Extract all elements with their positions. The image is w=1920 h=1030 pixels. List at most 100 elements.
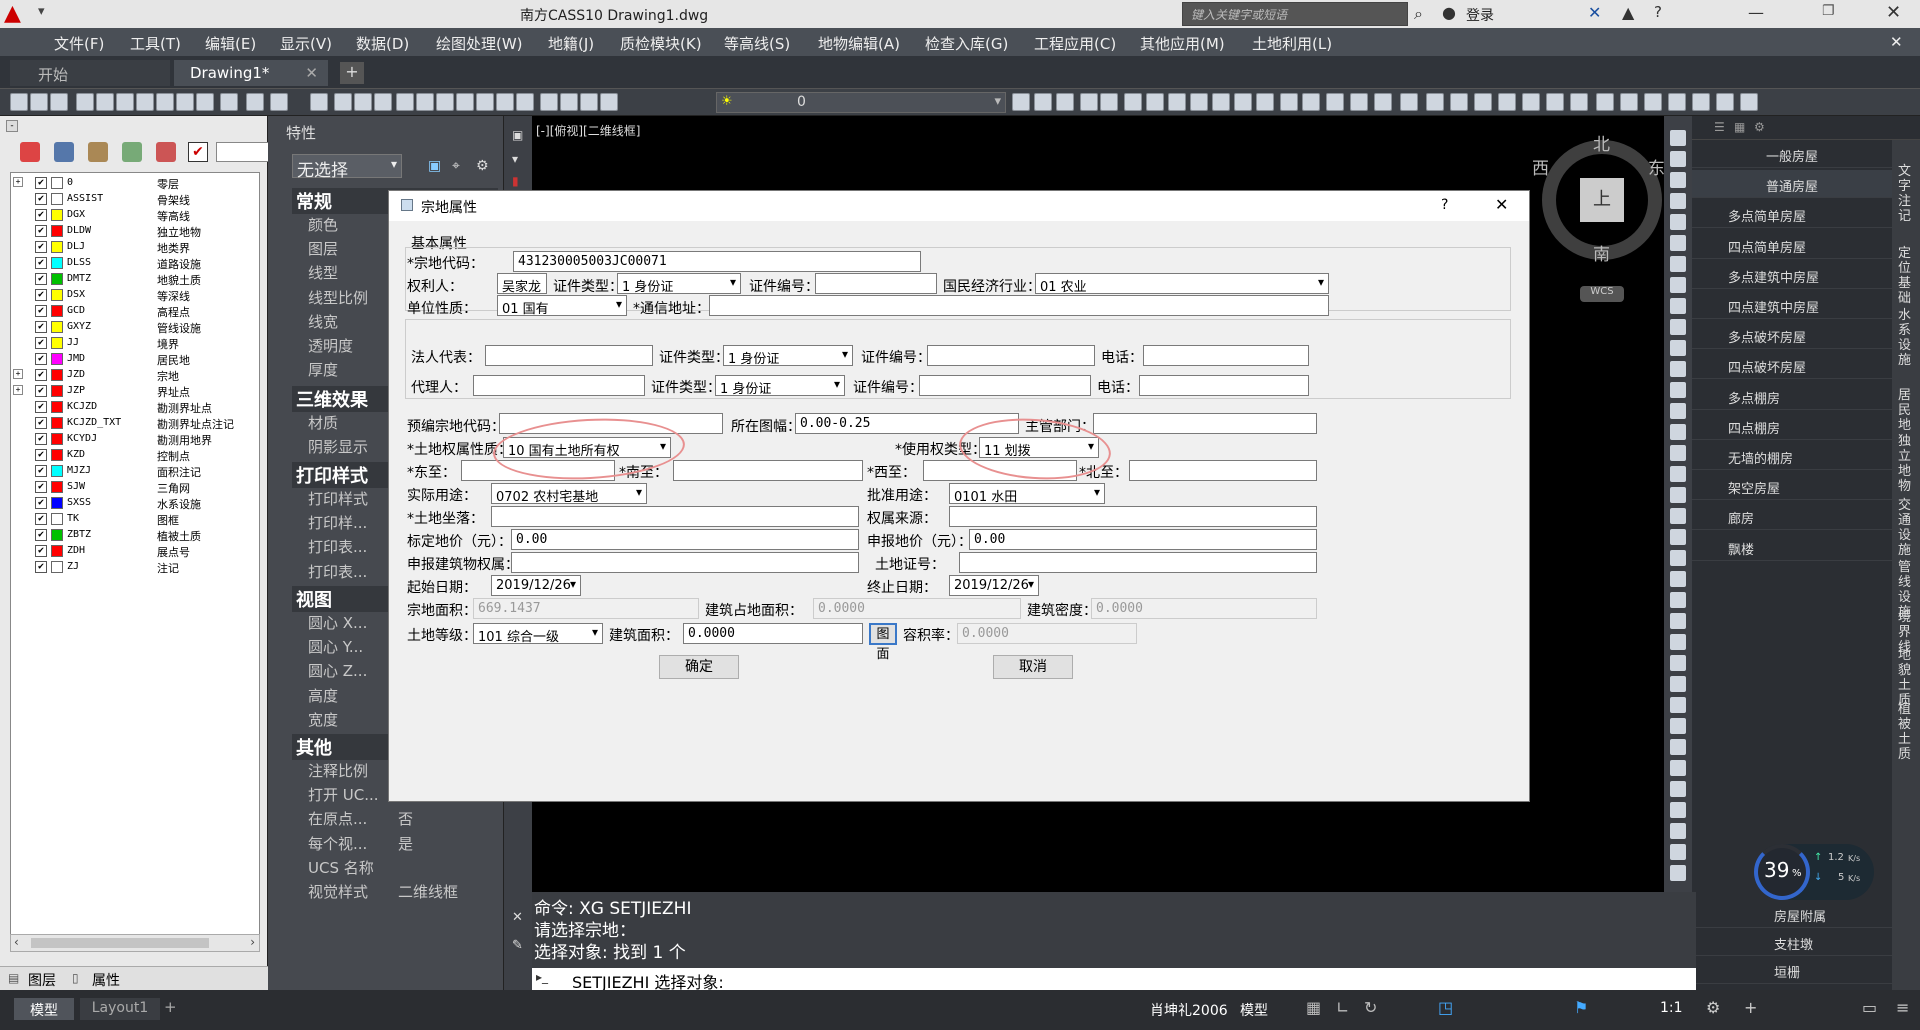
toolbar-icon-41[interactable]: [1302, 93, 1320, 111]
layer-props-icon[interactable]: [122, 142, 142, 162]
layer-visible-checkbox[interactable]: ✔: [35, 321, 47, 333]
expand-icon[interactable]: +: [13, 369, 23, 379]
cert-type-select[interactable]: 1 身份证: [617, 273, 741, 294]
palette-bottom-item[interactable]: 房屋附属: [1692, 900, 1892, 928]
menu-item-11[interactable]: 工程应用(C): [1034, 33, 1116, 54]
layer-color-swatch[interactable]: [51, 465, 63, 477]
palette-bottom-item[interactable]: 支柱墩: [1692, 928, 1892, 956]
props-row[interactable]: 打开 UC...: [308, 784, 379, 805]
legal-no-input[interactable]: [927, 345, 1095, 366]
a360-icon[interactable]: ▲: [1622, 3, 1634, 22]
expand-icon[interactable]: +: [13, 385, 23, 395]
menu-item-10[interactable]: 检查入库(G): [925, 33, 1008, 54]
legal-cert-select[interactable]: 1 身份证: [723, 345, 853, 366]
toolbar-icon-14[interactable]: [334, 93, 352, 111]
tab-start[interactable]: 开始: [10, 60, 170, 86]
draw-tool-icon-23[interactable]: [1670, 613, 1686, 629]
layer-merge-icon[interactable]: [156, 142, 176, 162]
props-value[interactable]: 是: [398, 833, 413, 854]
polar-icon[interactable]: ↻: [1364, 998, 1377, 1017]
industry-select[interactable]: 01 农业: [1035, 273, 1329, 294]
draw-tool-icon-34[interactable]: [1670, 844, 1686, 860]
layer-row[interactable]: ✔ DLSS 道路设施: [11, 255, 251, 271]
layer-color-swatch[interactable]: [51, 241, 63, 253]
palette-item[interactable]: 四点建筑中房屋: [1692, 291, 1892, 319]
props-row[interactable]: 线型: [308, 262, 338, 283]
layer-visible-checkbox[interactable]: ✔: [35, 273, 47, 285]
props-row[interactable]: 图层: [308, 238, 338, 259]
customize-icon[interactable]: ≡: [1896, 998, 1909, 1017]
user-icon[interactable]: ●: [1442, 3, 1456, 22]
draw-tool-icon-30[interactable]: [1670, 760, 1686, 776]
menu-close-icon[interactable]: ✕: [1890, 33, 1903, 51]
menu-item-12[interactable]: 其他应用(M): [1140, 33, 1225, 54]
toolbar-icon-15[interactable]: [354, 93, 372, 111]
scroll-thumb[interactable]: [31, 938, 209, 948]
cancel-button[interactable]: 取消: [993, 655, 1073, 679]
layer-color-swatch[interactable]: [51, 225, 63, 237]
draw-tool-icon-2[interactable]: [1670, 172, 1686, 188]
unit-select[interactable]: 01 国有: [497, 295, 627, 316]
decl-build-input[interactable]: [511, 552, 859, 573]
palette-vertical-tab[interactable]: 水系设施: [1898, 308, 1914, 368]
palette-item[interactable]: 多点棚房: [1692, 382, 1892, 410]
layer-color-swatch[interactable]: [51, 497, 63, 509]
draw-tool-icon-28[interactable]: [1670, 718, 1686, 734]
draw-tool-icon-11[interactable]: [1670, 361, 1686, 377]
layer-visible-checkbox[interactable]: ✔: [35, 497, 47, 509]
layer-row[interactable]: ✔ KCYDJ 勘测用地界: [11, 431, 251, 447]
toolbar-icon-29[interactable]: [1034, 93, 1052, 111]
props-value[interactable]: 否: [398, 808, 413, 829]
layer-visible-checkbox[interactable]: ✔: [35, 241, 47, 253]
layer-color-swatch[interactable]: [51, 209, 63, 221]
draw-tool-icon-0[interactable]: [1670, 130, 1686, 146]
ok-button[interactable]: 确定: [659, 655, 739, 679]
draw-tool-icon-26[interactable]: [1670, 676, 1686, 692]
draw-tool-icon-21[interactable]: [1670, 571, 1686, 587]
tab-close-icon[interactable]: ✕: [305, 64, 318, 82]
props-row[interactable]: 圆心 Y...: [308, 636, 363, 657]
toolbar-icon-32[interactable]: [1100, 93, 1118, 111]
panel-list-icon[interactable]: ☰: [1714, 120, 1725, 134]
layer-color-swatch[interactable]: [51, 369, 63, 381]
props-row[interactable]: UCS 名称: [308, 857, 374, 878]
props-row[interactable]: 宽度: [308, 709, 338, 730]
viewport-label[interactable]: [-][俯视][二维线框]: [536, 122, 640, 139]
toolbar-icon-46[interactable]: [1426, 93, 1444, 111]
layer-row[interactable]: ✔ ZJ 注记: [11, 559, 251, 575]
std-price-input[interactable]: 0.00: [511, 529, 859, 550]
menu-item-0[interactable]: 文件(F): [54, 33, 104, 54]
login-link[interactable]: 登录: [1466, 5, 1494, 25]
agent-cert-select[interactable]: 1 身份证: [715, 375, 845, 396]
toolbar-icon-17[interactable]: [396, 93, 414, 111]
status-model-button[interactable]: 模型: [1240, 1000, 1268, 1020]
props-value[interactable]: 二维线框: [398, 881, 458, 902]
palette-item[interactable]: 一般房屋: [1692, 140, 1892, 168]
build-area-input[interactable]: 0.0000: [683, 623, 863, 644]
toolbar-icon-11[interactable]: [246, 93, 264, 111]
layer-row[interactable]: ✔ TK 图框: [11, 511, 251, 527]
palette-vertical-tab[interactable]: 交通设施: [1898, 498, 1914, 558]
viewcube-top-face[interactable]: 上: [1580, 178, 1624, 222]
layer-visible-checkbox[interactable]: ✔: [35, 513, 47, 525]
props-row[interactable]: 颜色: [308, 214, 338, 235]
layer-row[interactable]: ✔ DLDW 独立地物: [11, 223, 251, 239]
draw-tool-icon-9[interactable]: [1670, 319, 1686, 335]
palette-vertical-tab[interactable]: 独立地物: [1898, 434, 1914, 494]
draw-tool-icon-13[interactable]: [1670, 403, 1686, 419]
palette-item[interactable]: 廊房: [1692, 502, 1892, 531]
layer-row[interactable]: ✔ SXSS 水系设施: [11, 495, 251, 511]
props-row[interactable]: 圆心 X...: [308, 612, 367, 633]
draw-tool-icon-3[interactable]: [1670, 193, 1686, 209]
toolbar-icon-55[interactable]: [1644, 93, 1662, 111]
plus-icon[interactable]: +: [1744, 998, 1757, 1017]
layer-color-swatch[interactable]: [51, 177, 63, 189]
select-objects-icon[interactable]: ⌖: [452, 158, 460, 174]
layer-visible-checkbox[interactable]: ✔: [35, 193, 47, 205]
layer-color-swatch[interactable]: [51, 353, 63, 365]
layer-filter-icon[interactable]: [88, 142, 108, 162]
props-row[interactable]: 注释比例: [308, 760, 368, 781]
menu-item-5[interactable]: 绘图处理(W): [436, 33, 523, 54]
props-tab[interactable]: 属性: [92, 970, 120, 990]
layer-color-swatch[interactable]: [51, 545, 63, 557]
